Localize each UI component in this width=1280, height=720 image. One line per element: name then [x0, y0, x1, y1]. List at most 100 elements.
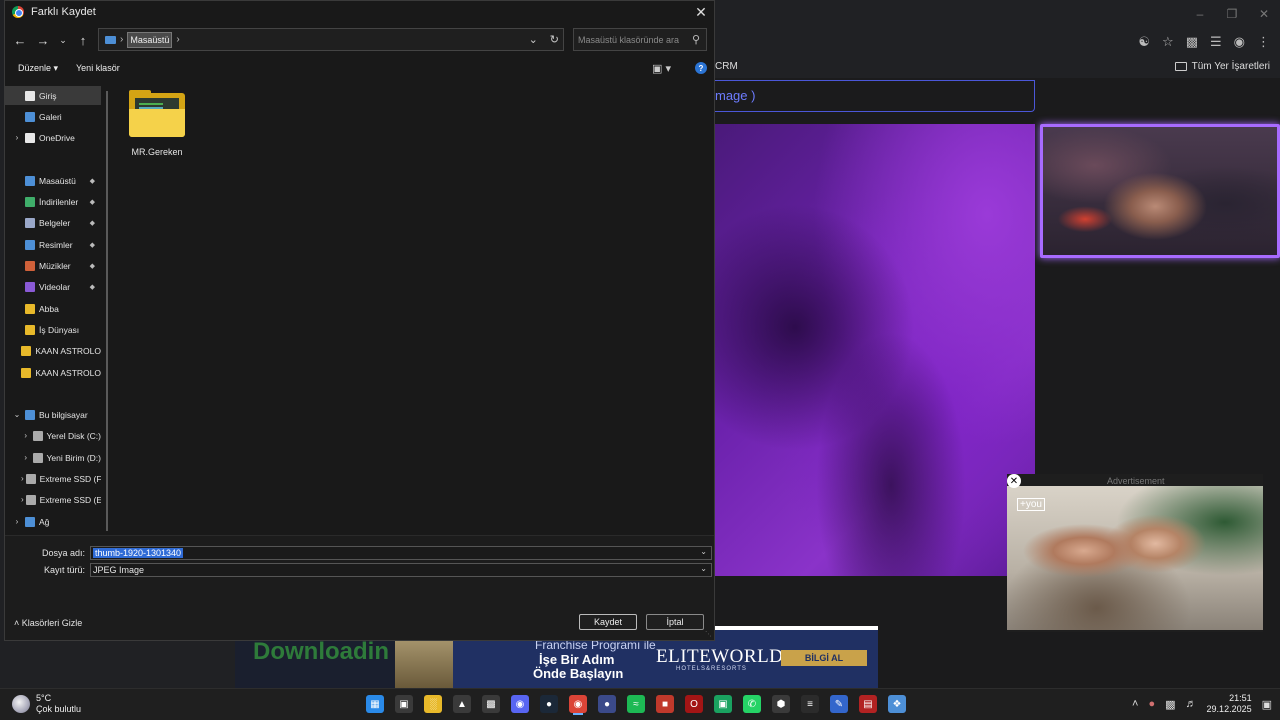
bookmark-crm[interactable]: CRM [715, 61, 738, 72]
sidebar-item[interactable]: Belgeler ◆ [5, 213, 101, 232]
app-icon[interactable]: ▲ [453, 695, 471, 713]
translate-icon[interactable]: ☯ [1138, 34, 1150, 50]
ad-close-icon[interactable]: ✕ [1007, 474, 1021, 488]
folder-search-input[interactable]: Masaüstü klasöründe ara ⚲ [573, 28, 707, 51]
galaxy-image[interactable] [715, 124, 1035, 576]
spotify-icon[interactable]: ≈ [627, 695, 645, 713]
store-icon[interactable]: ▣ [395, 695, 413, 713]
restore-icon[interactable]: ❐ [1216, 0, 1248, 28]
filename-input[interactable]: thumb-1920-1301340 ⌄ [90, 546, 712, 560]
filetype-select[interactable]: JPEG Image ⌄ [90, 563, 712, 577]
extensions-icon[interactable]: ▩ [1186, 34, 1198, 50]
dialog-close-icon[interactable]: ✕ [692, 3, 710, 21]
folder-item[interactable]: MR.Gereken [127, 90, 187, 161]
all-bookmarks[interactable]: Tüm Yer İşaretleri [1174, 61, 1270, 72]
search-result-fragment[interactable]: mage ) [715, 80, 1035, 112]
app-icon[interactable]: ▤ [859, 695, 877, 713]
recent-chevron-down-icon[interactable]: ⌄ [54, 30, 72, 50]
sidebar-item[interactable]: ⌄ Bu bilgisayar [5, 405, 101, 424]
address-history-chevron-icon[interactable]: ⌄ [529, 33, 538, 46]
sidebar-item[interactable]: › Extreme SSD (F [5, 469, 101, 488]
filetype-dropdown-chevron-icon[interactable]: ⌄ [700, 564, 707, 573]
sidebar-item[interactable]: Abba [5, 299, 101, 318]
whatsapp-icon[interactable]: ✆ [743, 695, 761, 713]
microphone-icon[interactable]: ● [1148, 698, 1155, 710]
sidebar-item[interactable]: Giriş [5, 86, 101, 105]
breadcrumb-chevron-icon[interactable]: › [176, 34, 179, 45]
sidebar-item[interactable]: KAAN ASTROLO [5, 341, 101, 360]
cancel-button[interactable]: İptal [646, 614, 704, 630]
new-folder-button[interactable]: Yeni klasör [76, 63, 120, 73]
media-icon[interactable]: ☰ [1210, 34, 1222, 50]
app-icon[interactable]: ✎ [830, 695, 848, 713]
clock[interactable]: 21:51 29.12.2025 [1207, 693, 1252, 715]
notifications-icon[interactable]: ▣ [1262, 698, 1272, 711]
up-arrow-icon[interactable]: ↑ [74, 30, 92, 50]
resize-grip-icon[interactable]: ⋱ [705, 630, 712, 638]
profile-avatar[interactable]: ◉ [1234, 34, 1245, 50]
volume-icon[interactable]: ♬ [1186, 698, 1197, 710]
ad-image[interactable]: +you [1007, 486, 1263, 630]
sidebar-item[interactable]: Masaüstü ◆ [5, 171, 101, 190]
app-icon[interactable]: ▣ [714, 695, 732, 713]
steam-icon[interactable]: ● [540, 695, 558, 713]
filename-dropdown-chevron-icon[interactable]: ⌄ [700, 547, 707, 556]
sidebar-item[interactable]: › Yeni Birim (D:) [5, 448, 101, 467]
sidebar-item[interactable]: KAAN ASTROLO [5, 363, 101, 382]
filename-value[interactable]: thumb-1920-1301340 [93, 548, 184, 558]
chevron-right-icon[interactable]: › [21, 474, 24, 483]
start-icon[interactable]: ▦ [366, 695, 384, 713]
save-button[interactable]: Kaydet [579, 614, 637, 630]
chevron-right-icon[interactable]: › [21, 431, 31, 440]
view-options-icon[interactable]: ▣ ▾ [652, 62, 671, 75]
sidebar-item[interactable]: İndirilenler ◆ [5, 192, 101, 211]
refresh-icon[interactable]: ↻ [550, 33, 559, 46]
sidebar-item[interactable]: Müzikler ◆ [5, 256, 101, 275]
network-icon[interactable]: ▩ [1165, 698, 1175, 711]
advertisement[interactable]: +you Advertisement ✕ [1007, 474, 1263, 632]
chevron-down-icon[interactable]: ⌄ [11, 410, 23, 419]
breadcrumb-separator-icon[interactable]: › [120, 34, 123, 45]
sidebar-item[interactable]: › Yerel Disk (C:) [5, 426, 101, 445]
app-icon[interactable]: ≡ [801, 695, 819, 713]
chrome-icon[interactable]: ◉ [569, 695, 587, 713]
app-icon[interactable]: ▩ [482, 695, 500, 713]
search-icon[interactable]: ⚲ [692, 33, 700, 46]
organize-menu[interactable]: Düzenle ▾ [18, 63, 58, 74]
close-icon[interactable]: ✕ [1248, 0, 1280, 28]
app-icon[interactable]: ❖ [888, 695, 906, 713]
opera-icon[interactable]: O [685, 695, 703, 713]
chevron-right-icon[interactable]: › [11, 133, 23, 142]
file-explorer-icon[interactable]: ░ [424, 695, 442, 713]
sidebar-item[interactable]: › Ağ [5, 512, 101, 531]
weather-widget[interactable]: 5°C Çok bulutlu [12, 693, 81, 715]
chevron-right-icon[interactable]: › [21, 495, 24, 504]
sidebar-item[interactable]: Resimler ◆ [5, 235, 101, 254]
app-icon[interactable]: ● [598, 695, 616, 713]
sidebar-scrollbar[interactable] [106, 91, 108, 531]
banner-info-button[interactable]: BİLGİ AL [781, 650, 867, 666]
app-icon[interactable]: ⬢ [772, 695, 790, 713]
sidebar-item[interactable]: Videolar ◆ [5, 277, 101, 296]
sidebar-item[interactable]: Galeri [5, 107, 101, 126]
forward-arrow-icon[interactable]: → [34, 30, 52, 50]
dialog-titlebar[interactable]: Farklı Kaydet ✕ [5, 1, 714, 23]
app-icon[interactable]: ■ [656, 695, 674, 713]
chevron-right-icon[interactable]: › [21, 453, 31, 462]
discord-icon[interactable]: ◉ [511, 695, 529, 713]
help-icon[interactable]: ? [695, 62, 707, 74]
tray-chevron-up-icon[interactable]: ˄ [1132, 698, 1138, 710]
taskbar-apps: ▦ ▣ ░ ▲ ▩ ◉ ● ◉ ● ≈ ■ O ▣ ✆ ⬢ ≡ ✎ ▤ ❖ [366, 695, 906, 713]
sidebar-item[interactable]: › Extreme SSD (E:) [5, 490, 101, 509]
breadcrumb-desktop[interactable]: Masaüstü [127, 31, 173, 48]
sidebar-item[interactable]: İş Dünyası [5, 320, 101, 339]
menu-icon[interactable]: ⋮ [1257, 34, 1270, 50]
chevron-right-icon[interactable]: › [11, 517, 23, 526]
hide-folders-toggle[interactable]: ˄ Klasörleri Gizle [14, 618, 82, 628]
back-arrow-icon[interactable]: ← [11, 30, 29, 50]
address-bar[interactable]: › Masaüstü › ⌄ ↻ [98, 28, 564, 51]
sidebar-item[interactable]: › OneDrive [5, 128, 101, 147]
bookmark-star-icon[interactable]: ☆ [1162, 34, 1174, 50]
minimize-icon[interactable]: – [1184, 0, 1216, 28]
drive-icon [25, 473, 36, 484]
